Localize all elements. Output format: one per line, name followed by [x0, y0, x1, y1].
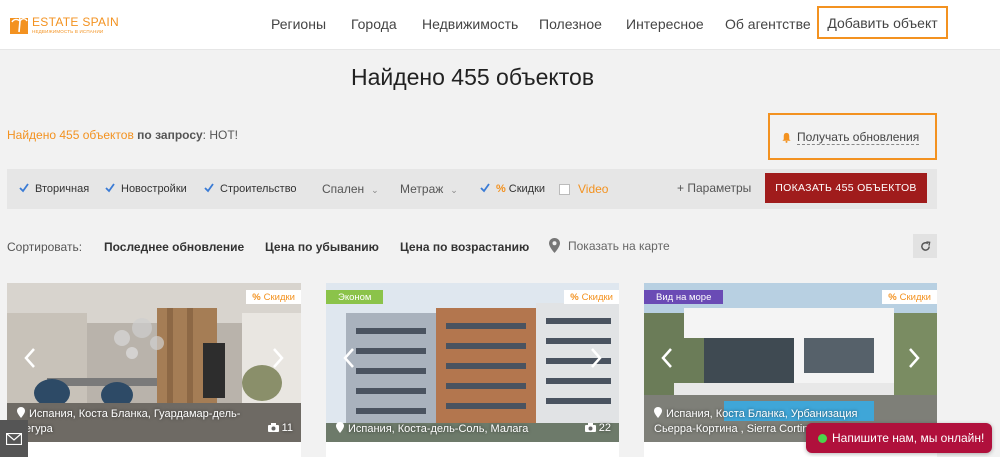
- nav-about[interactable]: Об агентстве: [725, 16, 811, 32]
- listing-location: Испания, Коста Бланка, Гуардамар-дель- С…: [17, 407, 240, 437]
- location-line-1: Испания, Коста Бланка, Урбанизация: [666, 408, 858, 420]
- subscribe-box[interactable]: Получать обновления: [768, 113, 937, 160]
- area-label: Метраж: [400, 182, 444, 196]
- chevron-left-icon[interactable]: [342, 347, 356, 369]
- check-icon: [204, 183, 214, 193]
- filter-discounts-label: Скидки: [508, 183, 546, 195]
- add-listing-button[interactable]: Добавить объект: [817, 6, 948, 39]
- sort-latest[interactable]: Последнее обновление: [104, 240, 244, 254]
- photo-count-value: 22: [598, 422, 611, 434]
- location-line-1: Испания, Коста Бланка, Гуардамар-дель-: [29, 408, 241, 420]
- chevron-right-icon[interactable]: [271, 347, 285, 369]
- sort-label: Сортировать:: [7, 240, 83, 254]
- live-chat-button[interactable]: Напишите нам, мы онлайн!: [806, 423, 992, 453]
- page-title: Найдено 455 объектов: [350, 64, 595, 90]
- nav-realty[interactable]: Недвижимость: [422, 16, 518, 32]
- chevron-right-icon[interactable]: [589, 347, 603, 369]
- camera-icon: [267, 423, 279, 432]
- refresh-icon: [920, 240, 930, 251]
- nav-cities[interactable]: Города: [351, 16, 397, 32]
- listing-photo[interactable]: Вид на море % Скидки Испания, Коста Бланк…: [644, 283, 937, 442]
- filter-construction[interactable]: Строительство: [204, 183, 297, 195]
- location-line-1: Испания, Коста-дель-Соль, Малага: [348, 423, 529, 435]
- check-icon: [19, 183, 29, 193]
- discount-badge: % Скидки: [246, 290, 301, 304]
- discount-badge: % Скидки: [882, 290, 937, 304]
- site-header: ESTATE SPAIN НЕДВИЖИМОСТЬ В ИСПАНИИ Реги…: [0, 0, 1000, 50]
- mail-button[interactable]: [0, 420, 28, 457]
- sort-price-asc[interactable]: Цена по возрастанию: [400, 240, 529, 254]
- photo-count: 11: [267, 422, 293, 434]
- show-on-map-link[interactable]: Показать на карте: [549, 238, 670, 253]
- nav-useful[interactable]: Полезное: [539, 16, 602, 32]
- live-chat-label: Напишите нам, мы онлайн!: [832, 431, 985, 445]
- show-on-map-label: Показать на карте: [568, 239, 670, 253]
- online-status-icon: [818, 433, 827, 443]
- query-text: : HOT!: [202, 128, 239, 142]
- filter-new-builds-label: Новостройки: [121, 183, 187, 195]
- nav-interesting[interactable]: Интересное: [626, 16, 704, 32]
- discount-badge-label: Скидки: [899, 291, 931, 303]
- chevron-left-icon[interactable]: [23, 347, 37, 369]
- filter-bar: Вторичная Новостройки Строительство Спал…: [7, 169, 937, 209]
- area-dropdown[interactable]: Метраж ⌄: [400, 182, 458, 196]
- site-logo[interactable]: ESTATE SPAIN НЕДВИЖИМОСТЬ В ИСПАНИИ: [10, 10, 120, 40]
- filter-construction-label: Строительство: [220, 183, 297, 195]
- show-results-button[interactable]: ПОКАЗАТЬ 455 ОБЪЕКТОВ: [765, 173, 927, 203]
- listing-card[interactable]: Эконом % Скидки Испания, Коста-дель-Соль,…: [326, 283, 619, 457]
- filter-resale[interactable]: Вторичная: [19, 183, 89, 195]
- chevron-left-icon[interactable]: [660, 347, 674, 369]
- filter-discounts[interactable]: % Скидки: [480, 183, 545, 195]
- listing-card[interactable]: % Скидки Испания, Коста Бланка, Гуардамар…: [7, 283, 301, 457]
- logo-tagline: НЕДВИЖИМОСТЬ В ИСПАНИИ: [32, 29, 104, 34]
- discount-badge: % Скидки: [564, 290, 619, 304]
- palm-logo-icon: [10, 14, 28, 34]
- by-query-label: по запросу: [137, 128, 203, 142]
- subscribe-link[interactable]: Получать обновления: [797, 130, 920, 145]
- economy-badge: Эконом: [326, 290, 384, 304]
- refresh-button[interactable]: [913, 234, 937, 258]
- nav-regions[interactable]: Регионы: [271, 16, 326, 32]
- found-count-link[interactable]: Найдено 455 объектов: [7, 128, 134, 142]
- map-pin-icon: [17, 407, 25, 418]
- bedrooms-dropdown[interactable]: Спален ⌄: [322, 182, 379, 196]
- check-icon: [105, 183, 115, 193]
- percent-icon: %: [252, 291, 261, 303]
- photo-count: 22: [584, 422, 611, 434]
- discount-badge-label: Скидки: [581, 291, 613, 303]
- listing-location: Испания, Коста-дель-Соль, Малага: [336, 422, 528, 437]
- filter-new-builds[interactable]: Новостройки: [105, 183, 187, 195]
- discount-badge-label: Скидки: [263, 291, 295, 303]
- envelope-icon: [6, 432, 22, 445]
- sort-price-desc[interactable]: Цена по убыванию: [265, 240, 379, 254]
- photo-count-value: 11: [281, 422, 293, 434]
- filter-video[interactable]: Video: [559, 182, 608, 196]
- map-pin-icon: [336, 422, 344, 433]
- listing-photo[interactable]: % Скидки Испания, Коста Бланка, Гуардамар…: [7, 283, 301, 442]
- video-checkbox[interactable]: [559, 184, 570, 195]
- bedrooms-label: Спален: [322, 182, 365, 196]
- building-photo: [326, 283, 619, 442]
- listing-photo[interactable]: Эконом % Скидки Испания, Коста-дель-Соль,…: [326, 283, 619, 442]
- logo-brand: ESTATE SPAIN: [32, 15, 119, 29]
- percent-icon: %: [496, 183, 506, 195]
- card-footer: [326, 442, 619, 457]
- filter-resale-label: Вторичная: [35, 183, 90, 195]
- search-summary: Найдено 455 объектов по запросу: HOT!: [7, 128, 238, 142]
- camera-icon: [584, 423, 596, 432]
- check-icon: [480, 183, 490, 193]
- map-pin-icon: [654, 407, 662, 418]
- more-params-link[interactable]: + Параметры: [677, 181, 751, 195]
- percent-icon: %: [888, 291, 897, 303]
- map-pin-icon: [549, 238, 560, 253]
- bell-icon: [782, 132, 791, 143]
- chevron-down-icon: ⌄: [371, 185, 379, 195]
- filter-video-label: Video: [578, 182, 609, 196]
- sea-view-badge: Вид на море: [644, 290, 724, 304]
- card-footer: [7, 442, 301, 457]
- location-line-2: Сьерра-Кортина , Sierra Cortina: [654, 423, 815, 435]
- percent-icon: %: [570, 291, 579, 303]
- chevron-down-icon: ⌄: [450, 185, 458, 195]
- chevron-right-icon[interactable]: [907, 347, 921, 369]
